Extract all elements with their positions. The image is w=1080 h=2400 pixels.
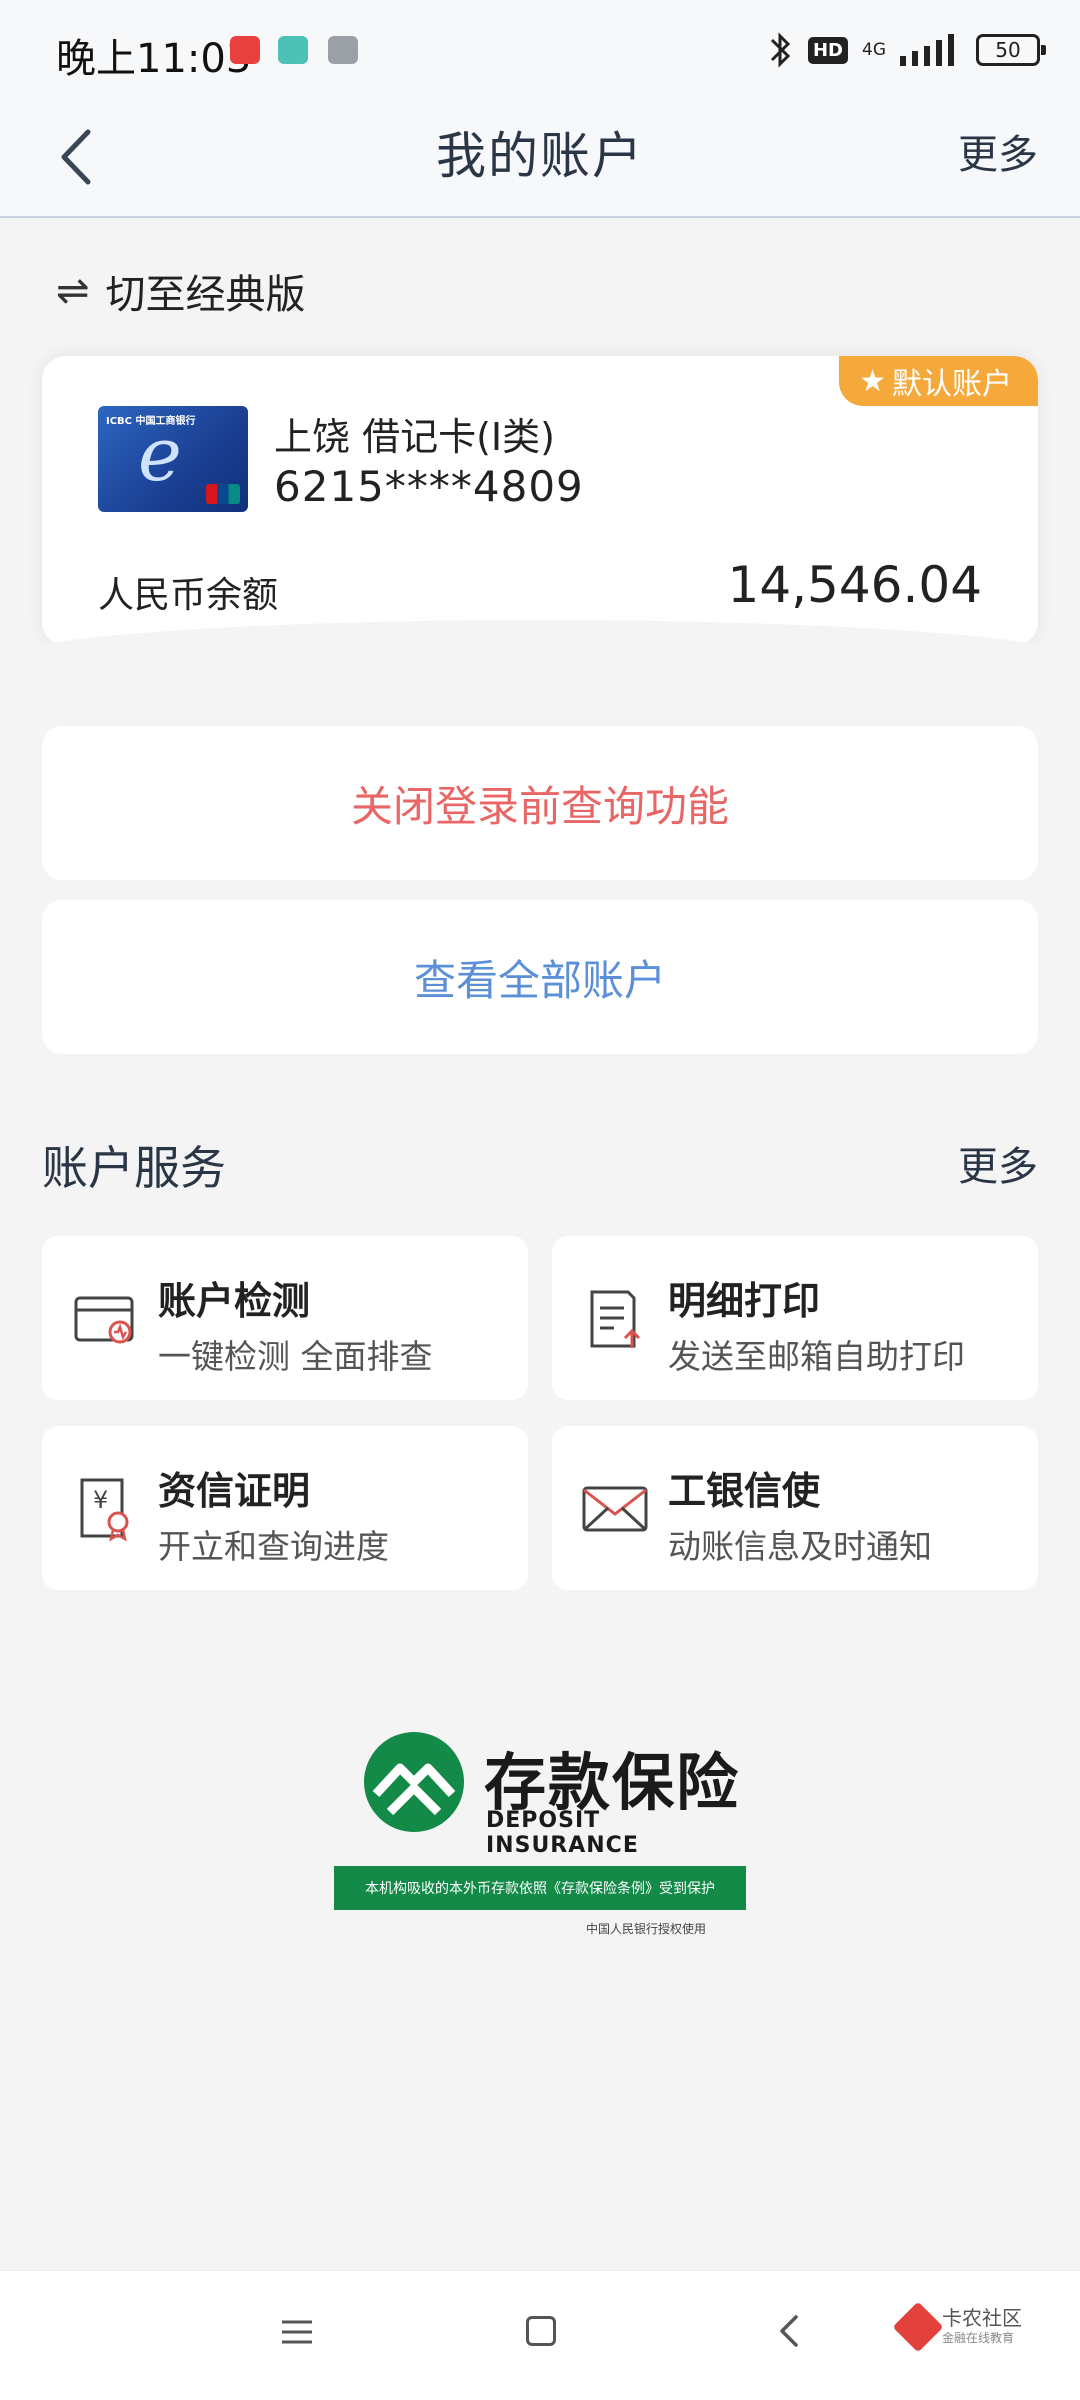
service-title: 资信证明	[158, 1469, 311, 1513]
card-e-logo: e	[138, 412, 182, 498]
notification-app-icon	[278, 36, 308, 64]
balance-label: 人民币余额	[98, 575, 279, 616]
watermark-logo-icon	[892, 2301, 944, 2352]
svg-text:¥: ¥	[93, 1486, 108, 1514]
service-subtitle: 发送至邮箱自助打印	[668, 1337, 965, 1376]
view-all-accounts-button[interactable]: 查看全部账户	[42, 900, 1038, 1054]
service-title: 账户检测	[158, 1279, 311, 1323]
system-nav-bar: 卡农社区 金融在线教育	[0, 2270, 1080, 2400]
deposit-title-en: DEPOSIT INSURANCE	[486, 1808, 639, 1858]
close-prelogin-query-button[interactable]: 关闭登录前查询功能	[42, 726, 1038, 880]
bank-card-image: ICBC 中国工商银行 e	[98, 406, 248, 512]
page-title: 我的账户	[436, 127, 644, 185]
deposit-insurance-emblem	[364, 1732, 464, 1832]
service-icbc-messenger[interactable]: 工银信使 动账信息及时通知	[552, 1426, 1038, 1590]
home-icon[interactable]	[526, 2316, 556, 2346]
swap-icon: ⇌	[56, 268, 90, 314]
watermark-slogan: 金融在线教育	[942, 2331, 1015, 2345]
watermark: 卡农社区 金融在线教育	[892, 2301, 1022, 2352]
star-icon: ★	[859, 363, 886, 399]
service-subtitle: 开立和查询进度	[158, 1527, 389, 1566]
card-check-icon	[74, 1296, 134, 1344]
status-time: 晚上11:03	[56, 36, 252, 82]
signal-icon	[900, 34, 954, 66]
status-bar: 晚上11:03 HD 4G 50	[0, 0, 1080, 100]
service-account-check[interactable]: 账户检测 一键检测 全面排查	[42, 1236, 528, 1400]
services-section-title: 账户服务	[42, 1141, 226, 1195]
services-more-button[interactable]: 更多	[958, 1134, 1038, 1192]
network-type: 4G	[862, 39, 886, 60]
document-print-icon	[590, 1290, 641, 1348]
watermark-name: 卡农社区	[942, 2306, 1022, 2330]
menu-icon[interactable]	[280, 2315, 314, 2349]
status-indicators: HD 4G 50	[768, 28, 1046, 72]
header-more-button[interactable]: 更多	[958, 122, 1038, 180]
service-statement-print[interactable]: 明细打印 发送至邮箱自助打印	[552, 1236, 1038, 1400]
back-icon[interactable]	[772, 2311, 808, 2351]
credit-certificate-icon: ¥	[80, 1478, 129, 1542]
hd-badge: HD	[807, 36, 848, 64]
service-credit-certificate[interactable]: ¥ 资信证明 开立和查询进度	[42, 1426, 528, 1590]
envelope-icon	[582, 1486, 648, 1532]
default-account-badge: ★ 默认账户	[839, 356, 1038, 406]
service-subtitle: 一键检测 全面排查	[158, 1337, 433, 1376]
unionpay-logo	[206, 484, 240, 504]
notification-message-icon	[328, 36, 358, 64]
service-title: 明细打印	[668, 1279, 821, 1323]
notification-app-icon	[230, 36, 260, 64]
account-card[interactable]: ★ 默认账户 ICBC 中国工商银行 e 上饶 借记卡(I类) 6215****…	[42, 356, 1038, 646]
battery-icon: 50	[976, 34, 1046, 66]
service-title: 工银信使	[668, 1469, 821, 1513]
switch-label: 切至经典版	[105, 272, 306, 318]
deposit-notice: 本机构吸收的本外币存款依照《存款保险条例》受到保护	[334, 1866, 746, 1910]
bluetooth-icon	[770, 32, 791, 68]
nav-header: 我的账户 更多	[0, 100, 1080, 218]
balance-value: 14,546.04	[727, 556, 982, 614]
service-subtitle: 动账信息及时通知	[668, 1527, 932, 1566]
card-name: 上饶 借记卡(I类)	[274, 415, 555, 459]
deposit-insurance-logo: 存款保险 DEPOSIT INSURANCE 本机构吸收的本外币存款依照《存款保…	[334, 1724, 754, 1944]
deposit-authorization: 中国人民银行授权使用	[586, 1922, 707, 1936]
default-badge-label: 默认账户	[892, 367, 1012, 402]
card-number: 6215****4809	[274, 462, 584, 511]
switch-classic-button[interactable]: ⇌ 切至经典版	[56, 262, 306, 320]
